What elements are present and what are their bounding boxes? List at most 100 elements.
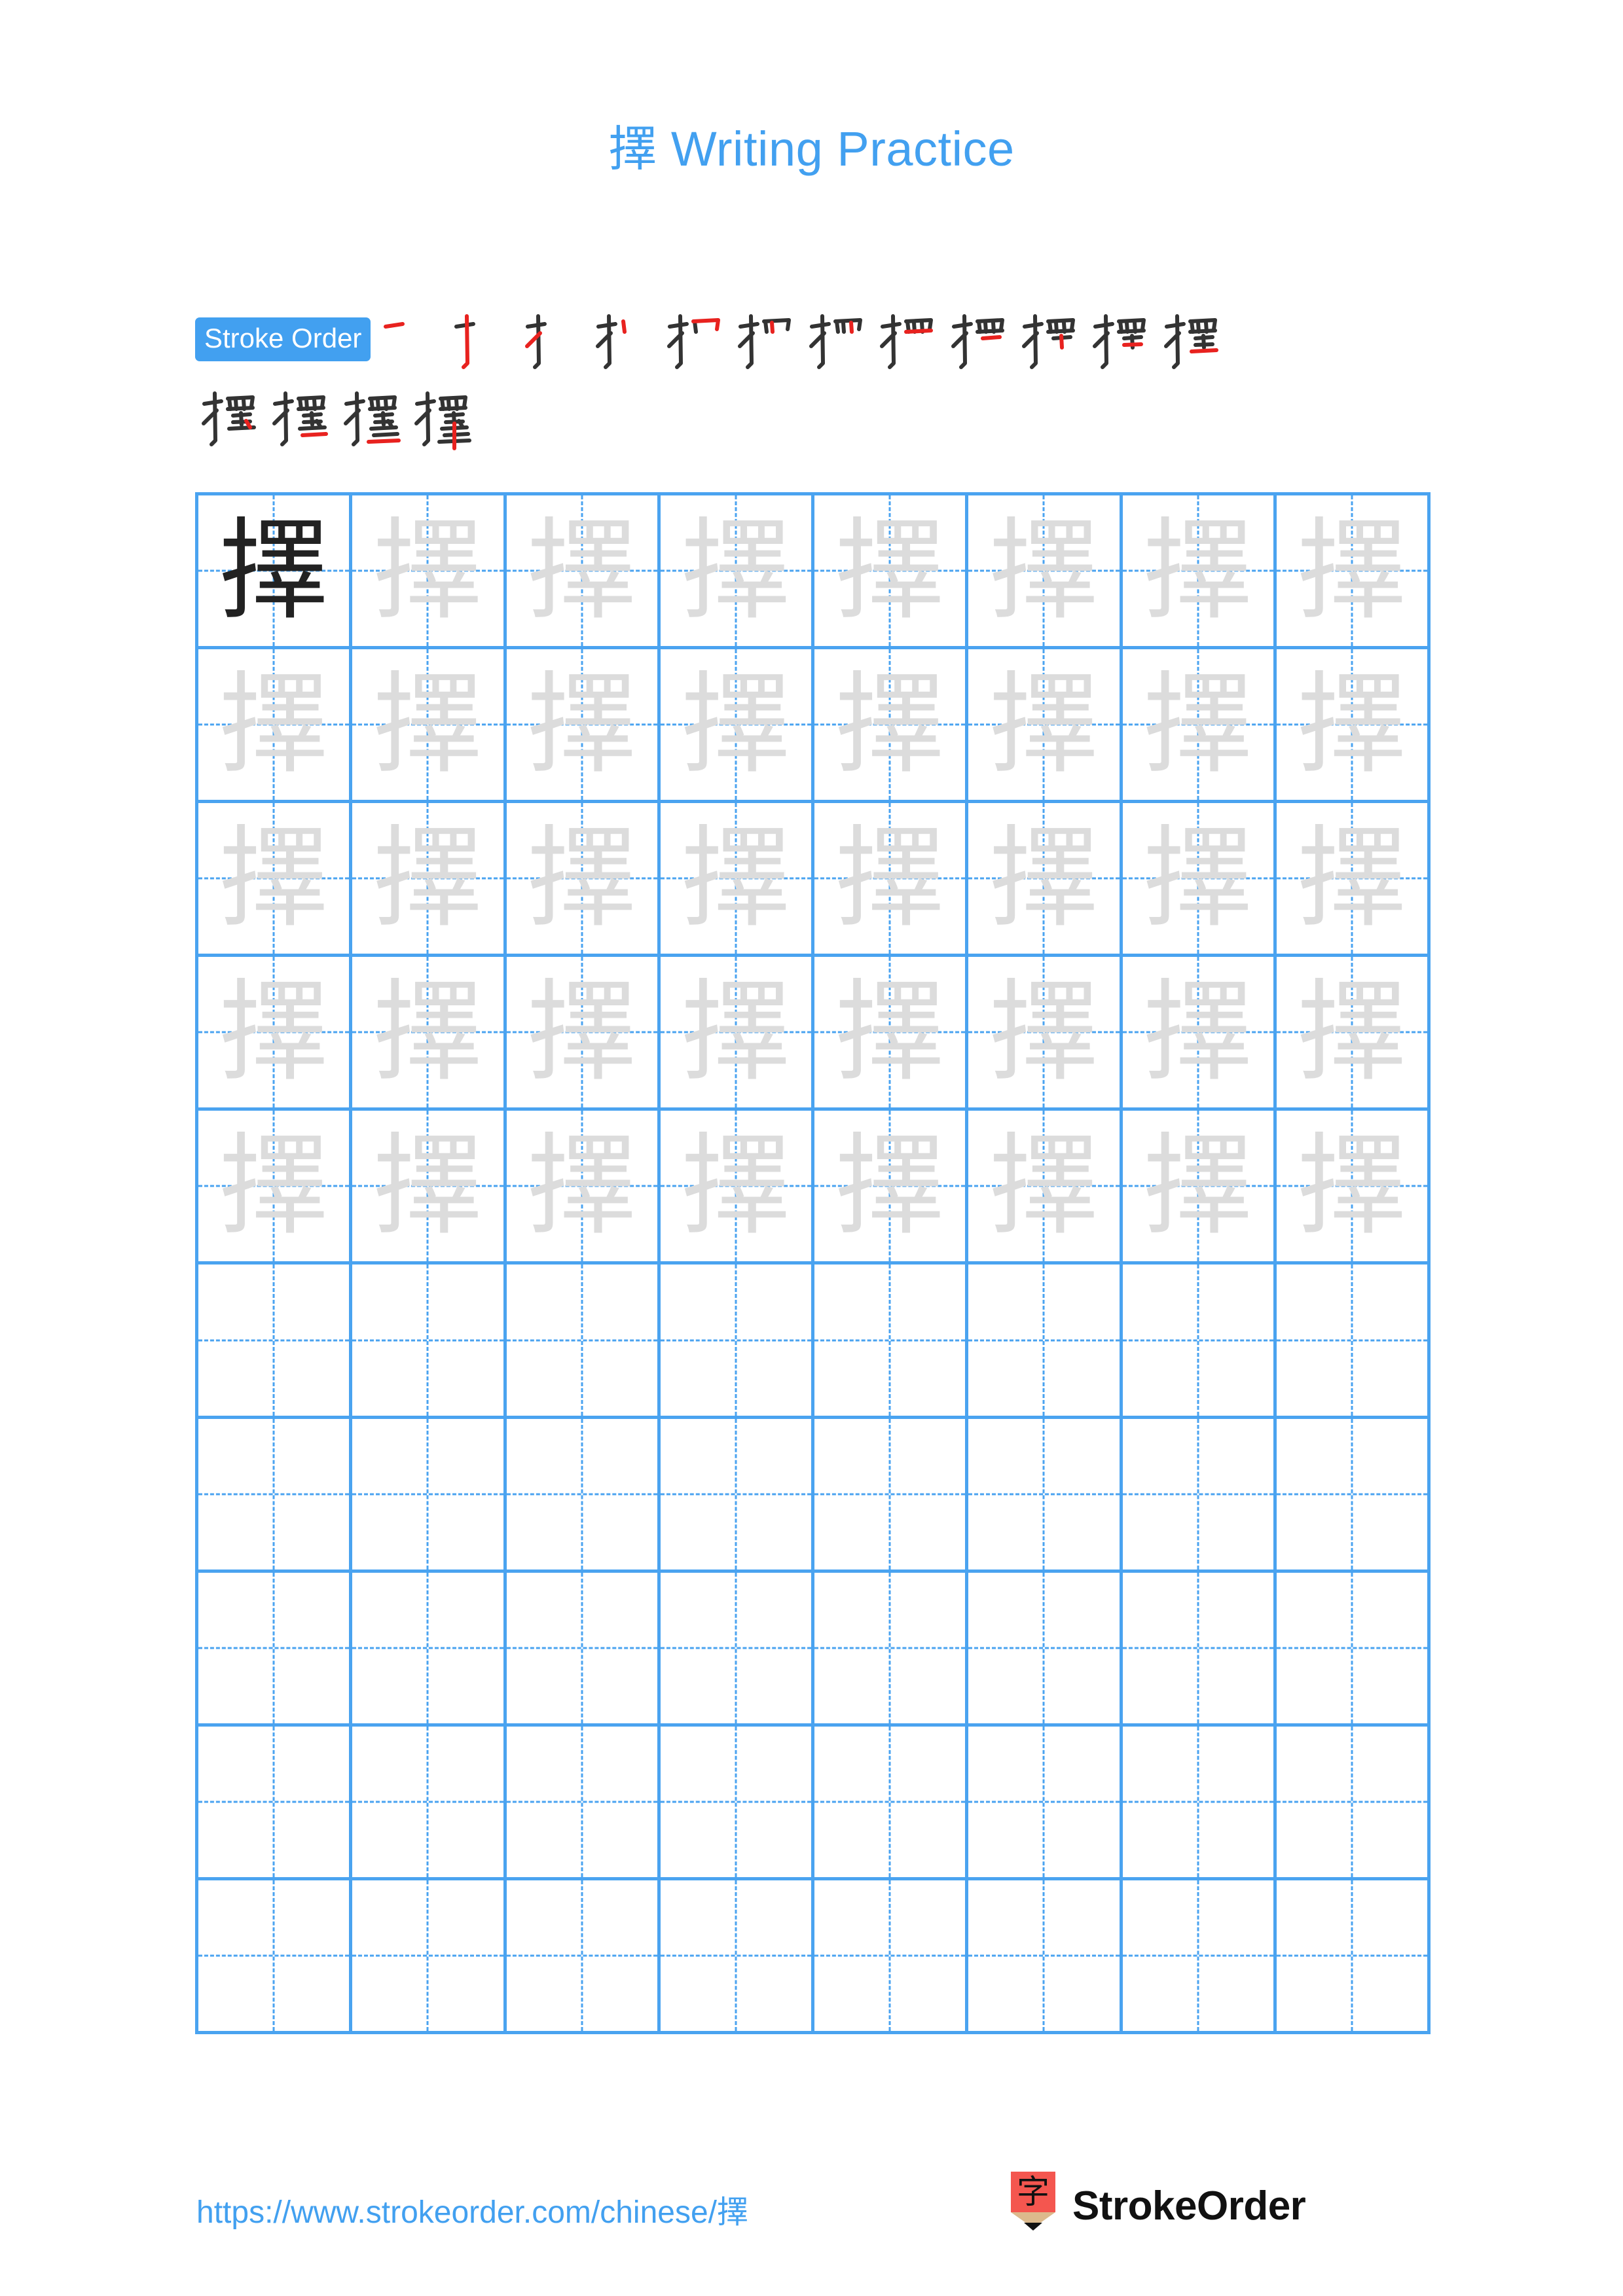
practice-cell-r4-c4[interactable]: 擇 — [660, 957, 814, 1108]
stroke-path-8 — [1046, 328, 1075, 334]
practice-cell-r9-c4[interactable] — [660, 1726, 814, 1877]
trace-character: 擇 — [1296, 968, 1407, 1097]
practice-cell-r7-c2[interactable] — [352, 1418, 507, 1570]
practice-cell-r6-c4[interactable] — [660, 1265, 814, 1416]
practice-cell-r4-c3[interactable]: 擇 — [506, 957, 661, 1108]
practice-cell-r3-c8[interactable]: 擇 — [1276, 803, 1431, 954]
practice-cell-r7-c3[interactable] — [506, 1418, 661, 1570]
stroke-path-9 — [980, 334, 1002, 340]
practice-cell-r8-c8[interactable] — [1276, 1572, 1431, 1723]
practice-cell-r7-c6[interactable] — [968, 1418, 1123, 1570]
practice-cell-r7-c4[interactable] — [660, 1418, 814, 1570]
practice-cell-r1-c4[interactable]: 擇 — [660, 495, 814, 647]
practice-cell-r9-c2[interactable] — [352, 1726, 507, 1877]
practice-cell-r8-c4[interactable] — [660, 1572, 814, 1723]
stroke-path-1 — [881, 321, 902, 329]
practice-cell-r10-c8[interactable] — [1276, 1880, 1431, 2031]
trace-character: 擇 — [1296, 814, 1407, 943]
practice-cell-r5-c4[interactable]: 擇 — [660, 1111, 814, 1262]
practice-cell-r6-c3[interactable] — [506, 1265, 661, 1416]
trace-character: 擇 — [835, 660, 945, 789]
practice-cell-r2-c2[interactable]: 擇 — [352, 649, 507, 800]
practice-cell-r2-c5[interactable]: 擇 — [814, 649, 969, 800]
practice-cell-r8-c5[interactable] — [814, 1572, 969, 1723]
practice-cell-r10-c6[interactable] — [968, 1880, 1123, 2031]
footer-url-link[interactable]: https://www.strokeorder.com/chinese/擇 — [196, 2186, 748, 2232]
practice-cell-r6-c5[interactable] — [814, 1265, 969, 1416]
practice-grid-row: 擇擇擇擇擇擇擇擇 — [198, 803, 1431, 958]
practice-cell-r3-c5[interactable]: 擇 — [814, 803, 969, 954]
practice-cell-r5-c2[interactable]: 擇 — [352, 1111, 507, 1262]
practice-cell-r6-c8[interactable] — [1276, 1265, 1431, 1416]
stroke-diagram-8 — [880, 314, 934, 369]
practice-cell-r9-c3[interactable] — [506, 1726, 661, 1877]
practice-cell-r9-c5[interactable] — [814, 1726, 969, 1877]
practice-cell-r4-c7[interactable]: 擇 — [1122, 957, 1277, 1108]
practice-cell-r5-c8[interactable]: 擇 — [1276, 1111, 1431, 1262]
practice-cell-r5-c3[interactable]: 擇 — [506, 1111, 661, 1262]
practice-cell-r2-c7[interactable]: 擇 — [1122, 649, 1277, 800]
practice-cell-r6-c2[interactable] — [352, 1265, 507, 1416]
practice-cell-r9-c6[interactable] — [968, 1726, 1123, 1877]
practice-cell-r1-c6[interactable]: 擇 — [968, 495, 1123, 647]
practice-cell-r7-c8[interactable] — [1276, 1418, 1431, 1570]
practice-cell-r1-c8[interactable]: 擇 — [1276, 495, 1431, 647]
practice-cell-r2-c1[interactable]: 擇 — [198, 649, 353, 800]
practice-cell-r2-c3[interactable]: 擇 — [506, 649, 661, 800]
practice-cell-r8-c3[interactable] — [506, 1572, 661, 1723]
practice-cell-r5-c6[interactable]: 擇 — [968, 1111, 1123, 1262]
trace-character: 擇 — [1296, 1122, 1407, 1251]
practice-cell-r7-c7[interactable] — [1122, 1418, 1277, 1570]
practice-cell-r1-c1[interactable]: 擇 — [198, 495, 353, 647]
practice-cell-r10-c4[interactable] — [660, 1880, 814, 2031]
practice-cell-r1-c2[interactable]: 擇 — [352, 495, 507, 647]
practice-cell-r9-c7[interactable] — [1122, 1726, 1277, 1877]
practice-cell-r4-c6[interactable]: 擇 — [968, 957, 1123, 1108]
practice-cell-r1-c3[interactable]: 擇 — [506, 495, 661, 647]
practice-cell-r4-c8[interactable]: 擇 — [1276, 957, 1431, 1108]
empty-cell — [1277, 1573, 1427, 1723]
practice-cell-r3-c3[interactable]: 擇 — [506, 803, 661, 954]
practice-cell-r10-c3[interactable] — [506, 1880, 661, 2031]
practice-cell-r4-c5[interactable]: 擇 — [814, 957, 969, 1108]
practice-cell-r9-c8[interactable] — [1276, 1726, 1431, 1877]
practice-cell-r1-c5[interactable]: 擇 — [814, 495, 969, 647]
practice-cell-r3-c6[interactable]: 擇 — [968, 803, 1123, 954]
practice-cell-r3-c7[interactable]: 擇 — [1122, 803, 1277, 954]
practice-cell-r4-c1[interactable]: 擇 — [198, 957, 353, 1108]
empty-cell — [1277, 1727, 1427, 1877]
practice-cell-r8-c7[interactable] — [1122, 1572, 1277, 1723]
trace-character: 擇 — [1142, 814, 1253, 943]
stroke-order-section: Stroke Order — [195, 305, 1432, 459]
practice-cell-r4-c2[interactable]: 擇 — [352, 957, 507, 1108]
practice-cell-r10-c1[interactable] — [198, 1880, 353, 2031]
trace-character: 擇 — [835, 814, 945, 943]
practice-cell-r1-c7[interactable]: 擇 — [1122, 495, 1277, 647]
practice-cell-r9-c1[interactable] — [198, 1726, 353, 1877]
trace-character: 擇 — [680, 660, 791, 789]
practice-cell-r2-c6[interactable]: 擇 — [968, 649, 1123, 800]
practice-cell-r8-c1[interactable] — [198, 1572, 353, 1723]
practice-cell-r6-c7[interactable] — [1122, 1265, 1277, 1416]
stroke-path-8 — [1117, 328, 1146, 334]
practice-cell-r6-c1[interactable] — [198, 1265, 353, 1416]
practice-cell-r2-c8[interactable]: 擇 — [1276, 649, 1431, 800]
practice-cell-r3-c2[interactable]: 擇 — [352, 803, 507, 954]
practice-cell-r5-c5[interactable]: 擇 — [814, 1111, 969, 1262]
empty-cell — [661, 1880, 811, 2031]
empty-cell — [352, 1880, 503, 2031]
practice-cell-r7-c1[interactable] — [198, 1418, 353, 1570]
practice-cell-r5-c7[interactable]: 擇 — [1122, 1111, 1277, 1262]
practice-cell-r3-c1[interactable]: 擇 — [198, 803, 353, 954]
practice-cell-r8-c2[interactable] — [352, 1572, 507, 1723]
practice-cell-r8-c6[interactable] — [968, 1572, 1123, 1723]
practice-cell-r10-c2[interactable] — [352, 1880, 507, 2031]
practice-cell-r10-c7[interactable] — [1122, 1880, 1277, 2031]
practice-cell-r2-c4[interactable]: 擇 — [660, 649, 814, 800]
practice-cell-r6-c6[interactable] — [968, 1265, 1123, 1416]
practice-cell-r3-c4[interactable]: 擇 — [660, 803, 814, 954]
practice-cell-r10-c5[interactable] — [814, 1880, 969, 2031]
practice-cell-r5-c1[interactable]: 擇 — [198, 1111, 353, 1262]
trace-character: 擇 — [219, 968, 329, 1097]
practice-cell-r7-c5[interactable] — [814, 1418, 969, 1570]
